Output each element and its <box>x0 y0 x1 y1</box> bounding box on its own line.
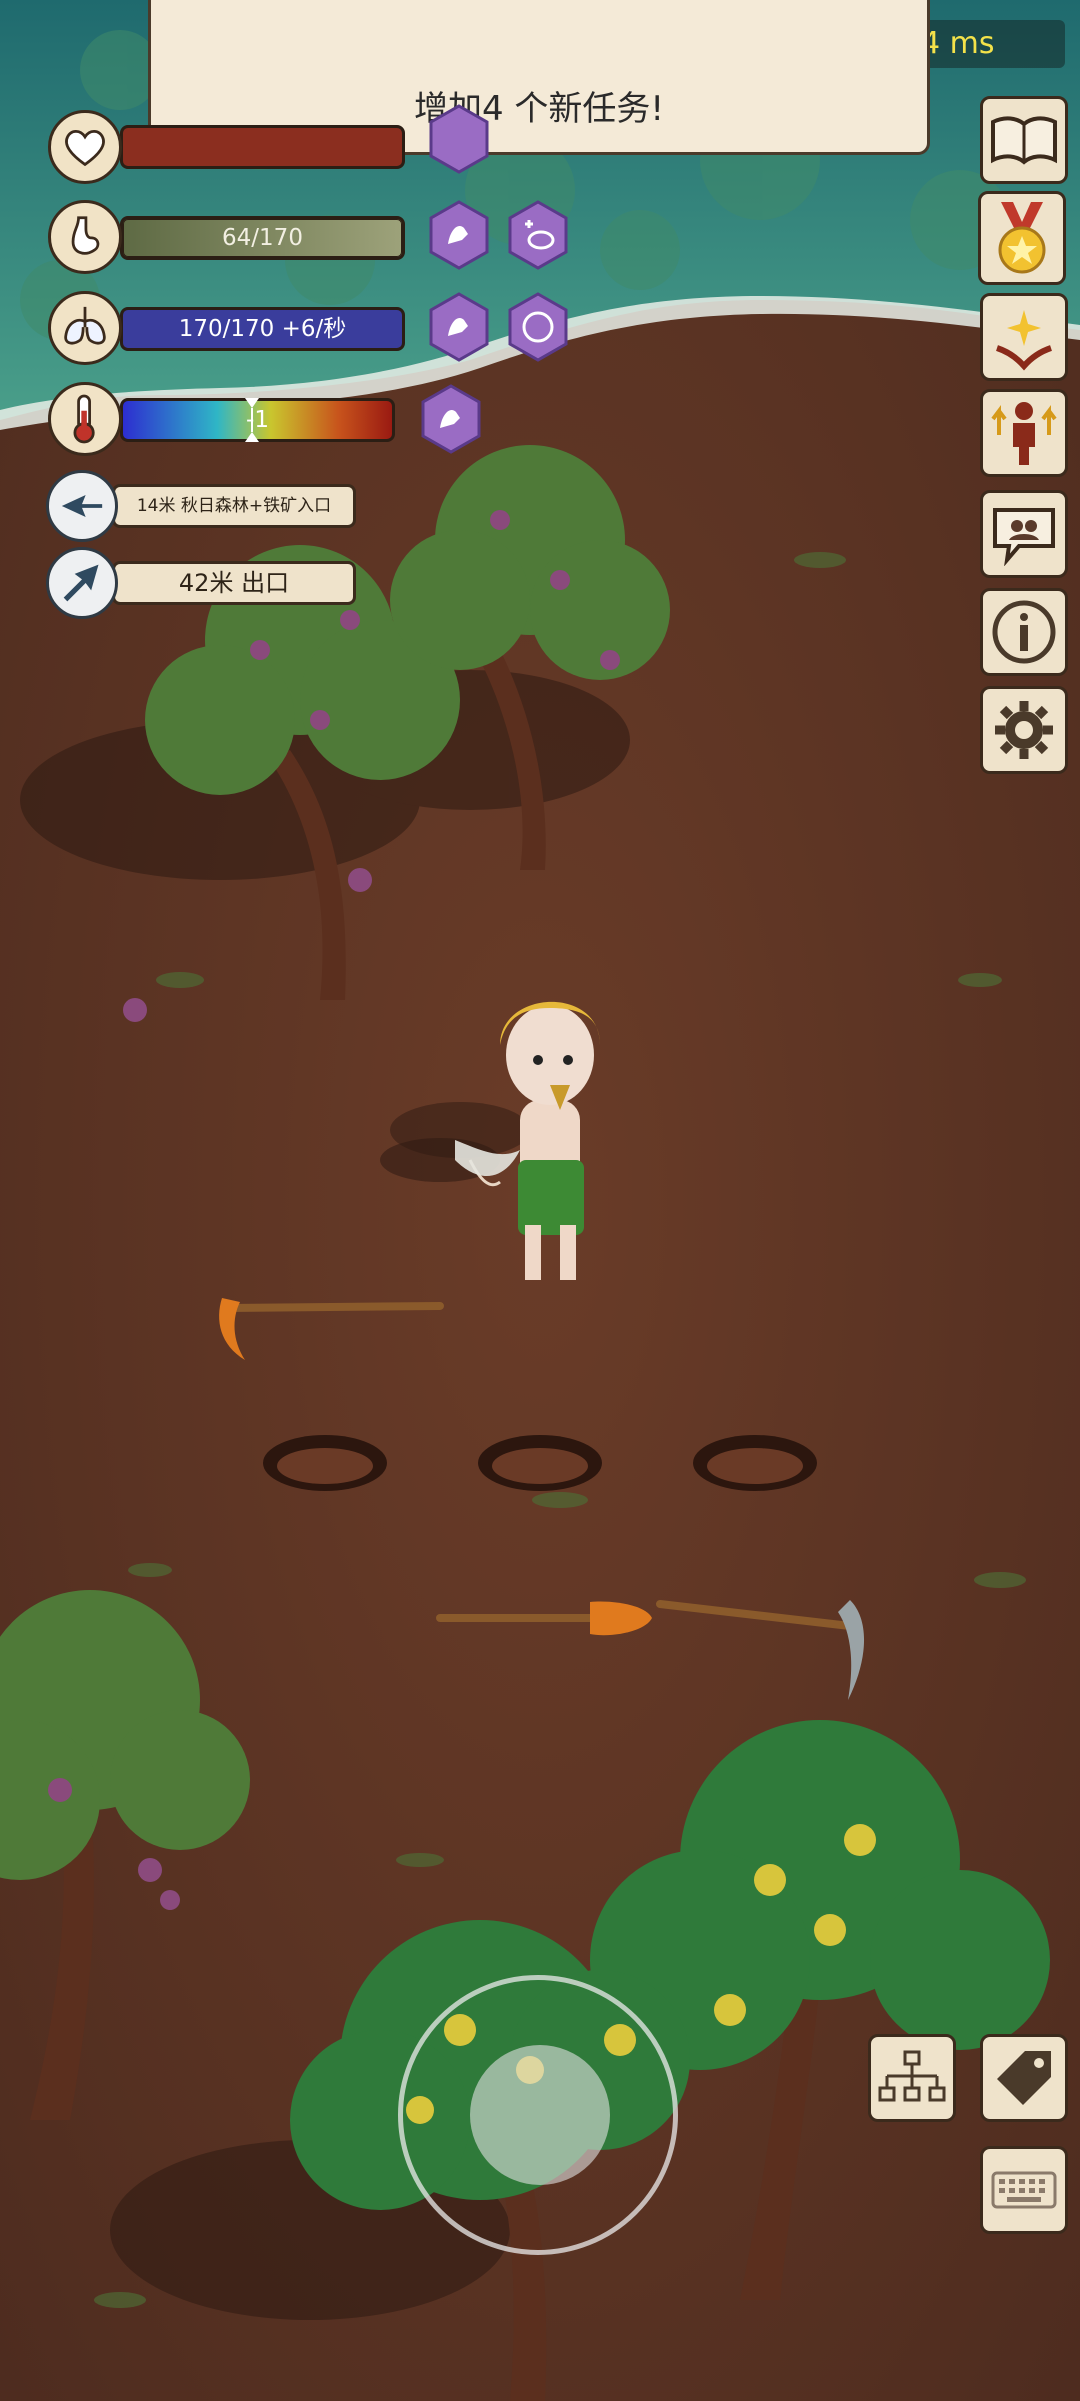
nav-target-1[interactable]: 14米 秋日森林+铁矿入口 <box>112 484 356 528</box>
hierarchy-button[interactable] <box>868 2034 956 2122</box>
character-upgrade-icon <box>991 402 1057 465</box>
lungs-hex-icon <box>508 292 568 362</box>
heart-icon <box>48 110 122 184</box>
oxygen-bar: 170/170 +6/秒 <box>120 307 405 351</box>
notification-text: 增加4 个新任务! <box>413 89 665 129</box>
book-button[interactable] <box>980 96 1068 184</box>
lungs-icon <box>48 291 122 365</box>
stomach-icon <box>48 200 122 274</box>
add-food-hex-icon <box>508 200 568 270</box>
nav-target-2[interactable]: 42米 出口 <box>112 561 356 605</box>
character-upgrade-button[interactable] <box>980 389 1068 477</box>
strength-hex-icon <box>429 104 489 174</box>
settings-gear-icon <box>995 701 1053 759</box>
skills-button[interactable] <box>980 293 1068 381</box>
joystick-knob[interactable] <box>470 2045 610 2185</box>
temperature-marker <box>245 398 259 442</box>
nav-target-2-text: 42米 出口 <box>178 569 290 597</box>
compass-arrow-upright-icon[interactable] <box>46 547 118 619</box>
strength-hex-icon <box>429 200 489 270</box>
thermometer-icon <box>48 382 122 456</box>
compass-arrow-left-icon[interactable] <box>46 470 118 542</box>
hunger-text: 64/170 <box>222 225 303 251</box>
chat-bubble-icon <box>993 508 1055 566</box>
info-button[interactable] <box>980 588 1068 676</box>
nav-target-1-text: 14米 秋日森林+铁矿入口 <box>136 496 332 516</box>
oxygen-text: 170/170 +6/秒 <box>178 316 347 342</box>
medal-button[interactable] <box>978 191 1066 285</box>
keyboard-icon <box>991 2171 1057 2209</box>
tag-button[interactable] <box>980 2034 1068 2122</box>
health-bar <box>120 125 405 169</box>
strength-hex-icon <box>421 384 481 454</box>
sparkle-hands-icon <box>995 310 1053 371</box>
strength-hex-icon <box>429 292 489 362</box>
info-icon <box>992 600 1056 664</box>
medal-icon <box>998 202 1046 274</box>
keyboard-button[interactable] <box>980 2146 1068 2234</box>
hunger-bar: 64/170 <box>120 216 405 260</box>
settings-button[interactable] <box>980 686 1068 774</box>
book-icon <box>991 116 1057 165</box>
chat-button[interactable] <box>980 490 1068 578</box>
hierarchy-icon <box>878 2050 946 2102</box>
tag-icon <box>997 2051 1051 2105</box>
